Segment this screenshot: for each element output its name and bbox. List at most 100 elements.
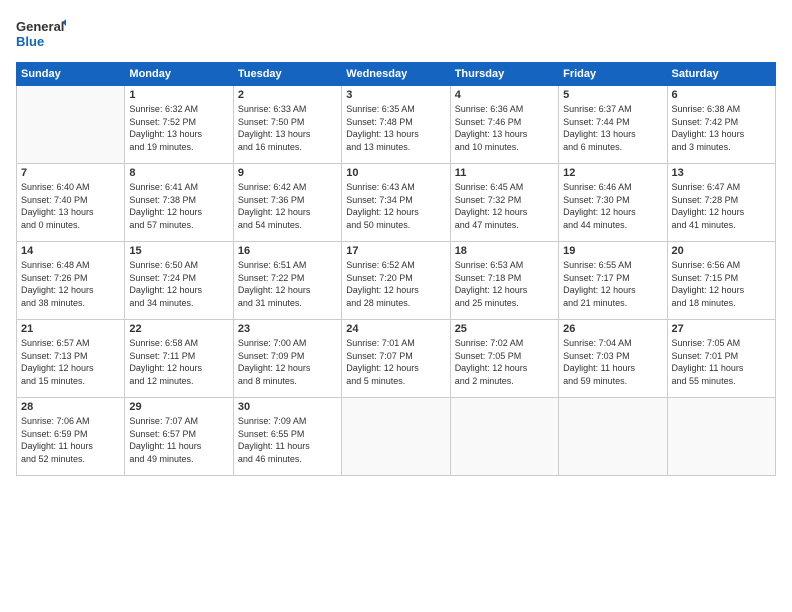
day-number: 4 — [455, 89, 554, 101]
calendar-cell: 9 Sunrise: 6:42 AM Sunset: 7:36 PM Daylig… — [233, 164, 341, 242]
day-number: 18 — [455, 245, 554, 257]
calendar-cell: 21 Sunrise: 6:57 AM Sunset: 7:13 PM Dayli… — [17, 320, 125, 398]
day-number: 8 — [129, 167, 228, 179]
calendar-cell: 2 Sunrise: 6:33 AM Sunset: 7:50 PM Daylig… — [233, 86, 341, 164]
calendar-cell: 19 Sunrise: 6:55 AM Sunset: 7:17 PM Dayli… — [559, 242, 667, 320]
day-number: 23 — [238, 323, 337, 335]
day-info: Sunrise: 6:41 AM Sunset: 7:38 PM Dayligh… — [129, 181, 228, 231]
day-info: Sunrise: 6:50 AM Sunset: 7:24 PM Dayligh… — [129, 259, 228, 309]
day-number: 25 — [455, 323, 554, 335]
calendar-cell: 18 Sunrise: 6:53 AM Sunset: 7:18 PM Dayli… — [450, 242, 558, 320]
day-number: 5 — [563, 89, 662, 101]
weekday-header: Sunday — [17, 63, 125, 86]
day-number: 27 — [672, 323, 771, 335]
day-number: 30 — [238, 401, 337, 413]
calendar-cell: 22 Sunrise: 6:58 AM Sunset: 7:11 PM Dayli… — [125, 320, 233, 398]
day-number: 28 — [21, 401, 120, 413]
day-number: 19 — [563, 245, 662, 257]
calendar-cell — [667, 398, 775, 476]
calendar-cell: 7 Sunrise: 6:40 AM Sunset: 7:40 PM Daylig… — [17, 164, 125, 242]
day-info: Sunrise: 6:52 AM Sunset: 7:20 PM Dayligh… — [346, 259, 445, 309]
calendar-cell: 8 Sunrise: 6:41 AM Sunset: 7:38 PM Daylig… — [125, 164, 233, 242]
calendar-cell — [559, 398, 667, 476]
calendar-cell: 11 Sunrise: 6:45 AM Sunset: 7:32 PM Dayli… — [450, 164, 558, 242]
day-info: Sunrise: 6:32 AM Sunset: 7:52 PM Dayligh… — [129, 103, 228, 153]
day-number: 9 — [238, 167, 337, 179]
day-number: 22 — [129, 323, 228, 335]
day-info: Sunrise: 6:58 AM Sunset: 7:11 PM Dayligh… — [129, 337, 228, 387]
calendar-cell: 10 Sunrise: 6:43 AM Sunset: 7:34 PM Dayli… — [342, 164, 450, 242]
day-info: Sunrise: 7:05 AM Sunset: 7:01 PM Dayligh… — [672, 337, 771, 387]
calendar-cell: 16 Sunrise: 6:51 AM Sunset: 7:22 PM Dayli… — [233, 242, 341, 320]
day-info: Sunrise: 7:06 AM Sunset: 6:59 PM Dayligh… — [21, 415, 120, 465]
calendar-cell: 30 Sunrise: 7:09 AM Sunset: 6:55 PM Dayli… — [233, 398, 341, 476]
day-number: 3 — [346, 89, 445, 101]
day-number: 1 — [129, 89, 228, 101]
day-info: Sunrise: 6:42 AM Sunset: 7:36 PM Dayligh… — [238, 181, 337, 231]
calendar-cell: 12 Sunrise: 6:46 AM Sunset: 7:30 PM Dayli… — [559, 164, 667, 242]
day-number: 15 — [129, 245, 228, 257]
calendar-cell: 14 Sunrise: 6:48 AM Sunset: 7:26 PM Dayli… — [17, 242, 125, 320]
day-info: Sunrise: 7:04 AM Sunset: 7:03 PM Dayligh… — [563, 337, 662, 387]
calendar-cell: 5 Sunrise: 6:37 AM Sunset: 7:44 PM Daylig… — [559, 86, 667, 164]
weekday-header: Tuesday — [233, 63, 341, 86]
calendar-cell: 4 Sunrise: 6:36 AM Sunset: 7:46 PM Daylig… — [450, 86, 558, 164]
day-number: 17 — [346, 245, 445, 257]
day-info: Sunrise: 7:02 AM Sunset: 7:05 PM Dayligh… — [455, 337, 554, 387]
calendar-cell: 26 Sunrise: 7:04 AM Sunset: 7:03 PM Dayli… — [559, 320, 667, 398]
calendar-cell: 28 Sunrise: 7:06 AM Sunset: 6:59 PM Dayli… — [17, 398, 125, 476]
day-info: Sunrise: 6:46 AM Sunset: 7:30 PM Dayligh… — [563, 181, 662, 231]
day-info: Sunrise: 6:33 AM Sunset: 7:50 PM Dayligh… — [238, 103, 337, 153]
svg-text:General: General — [16, 19, 64, 34]
day-info: Sunrise: 6:51 AM Sunset: 7:22 PM Dayligh… — [238, 259, 337, 309]
weekday-header: Friday — [559, 63, 667, 86]
calendar-cell: 3 Sunrise: 6:35 AM Sunset: 7:48 PM Daylig… — [342, 86, 450, 164]
calendar-cell: 24 Sunrise: 7:01 AM Sunset: 7:07 PM Dayli… — [342, 320, 450, 398]
day-number: 7 — [21, 167, 120, 179]
day-number: 24 — [346, 323, 445, 335]
day-number: 13 — [672, 167, 771, 179]
calendar-cell: 25 Sunrise: 7:02 AM Sunset: 7:05 PM Dayli… — [450, 320, 558, 398]
calendar-cell — [450, 398, 558, 476]
day-info: Sunrise: 6:38 AM Sunset: 7:42 PM Dayligh… — [672, 103, 771, 153]
day-number: 11 — [455, 167, 554, 179]
day-info: Sunrise: 7:09 AM Sunset: 6:55 PM Dayligh… — [238, 415, 337, 465]
day-info: Sunrise: 6:48 AM Sunset: 7:26 PM Dayligh… — [21, 259, 120, 309]
weekday-header: Wednesday — [342, 63, 450, 86]
day-number: 26 — [563, 323, 662, 335]
calendar-cell: 13 Sunrise: 6:47 AM Sunset: 7:28 PM Dayli… — [667, 164, 775, 242]
weekday-header: Monday — [125, 63, 233, 86]
day-info: Sunrise: 6:47 AM Sunset: 7:28 PM Dayligh… — [672, 181, 771, 231]
weekday-header: Thursday — [450, 63, 558, 86]
day-number: 6 — [672, 89, 771, 101]
logo: General Blue — [16, 16, 66, 52]
day-info: Sunrise: 6:37 AM Sunset: 7:44 PM Dayligh… — [563, 103, 662, 153]
day-info: Sunrise: 6:57 AM Sunset: 7:13 PM Dayligh… — [21, 337, 120, 387]
weekday-header: Saturday — [667, 63, 775, 86]
day-info: Sunrise: 6:56 AM Sunset: 7:15 PM Dayligh… — [672, 259, 771, 309]
calendar-cell: 6 Sunrise: 6:38 AM Sunset: 7:42 PM Daylig… — [667, 86, 775, 164]
calendar-cell: 15 Sunrise: 6:50 AM Sunset: 7:24 PM Dayli… — [125, 242, 233, 320]
day-number: 16 — [238, 245, 337, 257]
day-info: Sunrise: 6:36 AM Sunset: 7:46 PM Dayligh… — [455, 103, 554, 153]
calendar-table: SundayMondayTuesdayWednesdayThursdayFrid… — [16, 62, 776, 476]
day-info: Sunrise: 7:07 AM Sunset: 6:57 PM Dayligh… — [129, 415, 228, 465]
day-info: Sunrise: 7:00 AM Sunset: 7:09 PM Dayligh… — [238, 337, 337, 387]
day-info: Sunrise: 6:55 AM Sunset: 7:17 PM Dayligh… — [563, 259, 662, 309]
calendar-cell: 27 Sunrise: 7:05 AM Sunset: 7:01 PM Dayli… — [667, 320, 775, 398]
day-number: 10 — [346, 167, 445, 179]
day-number: 21 — [21, 323, 120, 335]
day-number: 12 — [563, 167, 662, 179]
day-info: Sunrise: 6:35 AM Sunset: 7:48 PM Dayligh… — [346, 103, 445, 153]
calendar-cell: 20Sunrise: 6:56 AM Sunset: 7:15 PM Dayli… — [667, 242, 775, 320]
calendar-cell: 1 Sunrise: 6:32 AM Sunset: 7:52 PM Daylig… — [125, 86, 233, 164]
day-number: 2 — [238, 89, 337, 101]
day-info: Sunrise: 6:45 AM Sunset: 7:32 PM Dayligh… — [455, 181, 554, 231]
day-info: Sunrise: 7:01 AM Sunset: 7:07 PM Dayligh… — [346, 337, 445, 387]
day-number: 29 — [129, 401, 228, 413]
calendar-cell: 23 Sunrise: 7:00 AM Sunset: 7:09 PM Dayli… — [233, 320, 341, 398]
day-info: Sunrise: 6:53 AM Sunset: 7:18 PM Dayligh… — [455, 259, 554, 309]
day-info: Sunrise: 6:40 AM Sunset: 7:40 PM Dayligh… — [21, 181, 120, 231]
day-info: Sunrise: 6:43 AM Sunset: 7:34 PM Dayligh… — [346, 181, 445, 231]
day-number: 14 — [21, 245, 120, 257]
